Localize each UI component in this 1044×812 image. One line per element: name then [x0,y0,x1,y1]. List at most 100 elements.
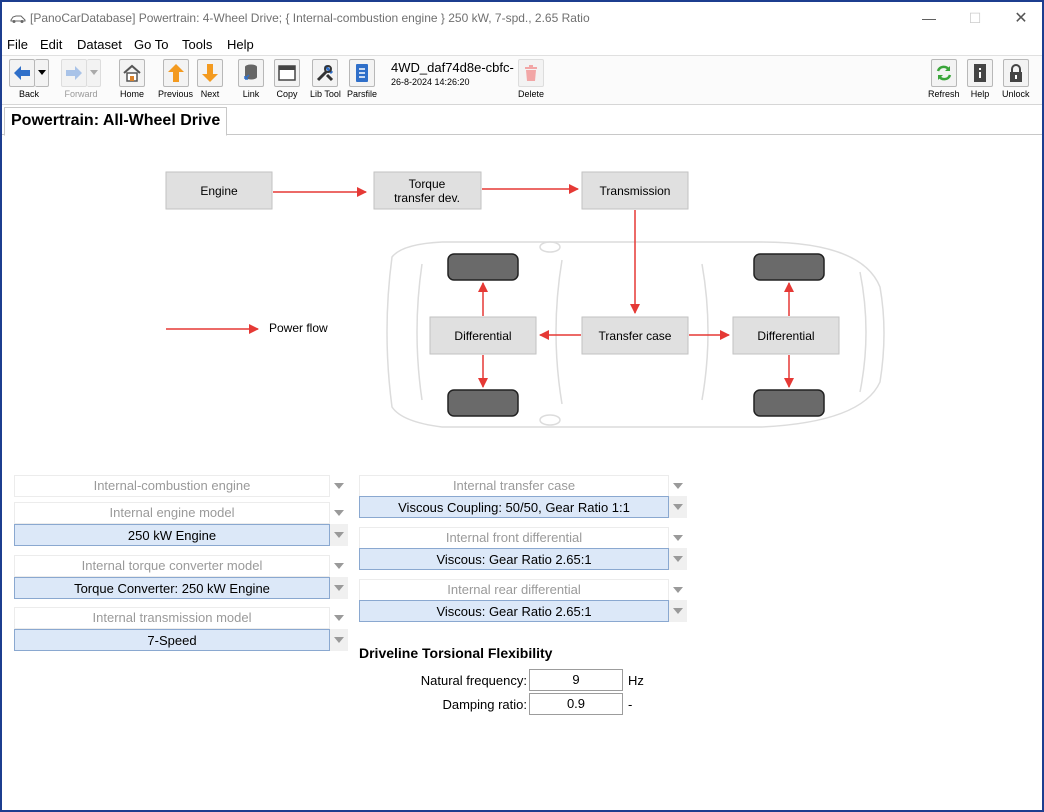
next-button[interactable]: Next [197,59,223,99]
refresh-icon [930,59,957,87]
damping-ratio-input[interactable]: 0.9 [529,693,623,715]
chevron-down-icon[interactable] [330,502,348,524]
torque-converter-label: Internal torque converter model [14,555,330,577]
back-button[interactable]: Back [9,59,49,99]
powertrain-diagram: Engine Torque transfer dev. Transmission… [165,171,885,428]
back-dropdown-icon[interactable] [35,59,49,87]
minimize-button[interactable]: — [906,2,952,34]
chevron-down-icon[interactable] [669,579,687,601]
torque-converter-select[interactable]: Torque Converter: 250 kW Engine [14,577,348,599]
trash-icon [518,59,544,87]
transmission-box[interactable]: Transmission [581,171,689,210]
differential-left-box[interactable]: Differential [429,316,537,355]
chevron-down-icon[interactable] [669,496,687,518]
back-label: Back [18,89,39,99]
copy-button[interactable]: Copy [274,59,300,99]
transmission-select[interactable]: 7-Speed [14,629,348,651]
menu-help[interactable]: Help [227,37,254,52]
home-button[interactable]: Home [119,59,145,99]
torque-converter-header: Internal torque converter model [14,555,348,577]
arrow-down-icon [197,59,223,87]
document-icon [349,59,375,87]
driveline-section-title: Driveline Torsional Flexibility [359,645,553,661]
transmission-model-value[interactable]: 7-Speed [14,629,330,651]
transfer-case-select[interactable]: Viscous Coupling: 50/50, Gear Ratio 1:1 [359,496,687,518]
engine-type-label: Internal-combustion engine [14,475,330,497]
copy-label: Copy [276,89,298,99]
menu-dataset[interactable]: Dataset [77,37,122,52]
engine-box-label: Engine [200,184,238,198]
engine-box[interactable]: Engine [165,171,273,210]
parsfile-button[interactable]: Parsfile [347,59,377,99]
maximize-icon: ☐ [968,9,982,26]
menu-tools[interactable]: Tools [182,37,212,52]
torque-converter-value[interactable]: Torque Converter: 250 kW Engine [14,577,330,599]
transfer-case-value[interactable]: Viscous Coupling: 50/50, Gear Ratio 1:1 [359,496,669,518]
help-book-icon [967,59,993,87]
engine-model-value[interactable]: 250 kW Engine [14,524,330,546]
chevron-down-icon[interactable] [669,548,687,570]
minimize-icon: — [922,10,936,26]
front-diff-label: Internal front differential [359,527,669,549]
front-right-tire [447,389,519,417]
lock-icon [1002,59,1029,87]
differential-left-label: Differential [454,329,511,343]
link-label: Link [242,89,260,99]
menu-edit[interactable]: Edit [40,37,62,52]
forward-arrow-icon [61,59,87,87]
help-button[interactable]: Help [967,59,993,99]
forward-dropdown-icon[interactable] [87,59,101,87]
unlock-button[interactable]: Unlock [1002,59,1030,99]
engine-type-select[interactable]: Internal-combustion engine [14,475,348,497]
close-icon: ✕ [1014,10,1028,27]
chevron-down-icon[interactable] [330,555,348,577]
chevron-down-icon[interactable] [330,475,348,497]
maximize-button[interactable]: ☐ [952,2,998,34]
previous-button[interactable]: Previous [158,59,193,99]
natural-frequency-label: Natural frequency: [420,673,527,688]
chevron-down-icon[interactable] [330,577,348,599]
natural-frequency-input[interactable]: 9 [529,669,623,691]
chevron-down-icon[interactable] [330,607,348,629]
rear-right-tire [753,389,825,417]
forward-button[interactable]: Forward [61,59,101,99]
engine-model-header: Internal engine model [14,502,348,524]
rear-diff-label: Internal rear differential [359,579,669,601]
chevron-down-icon[interactable] [669,527,687,549]
link-button[interactable]: Link [238,59,264,99]
forward-label: Forward [64,89,98,99]
transmission-model-label: Internal transmission model [14,607,330,629]
front-diff-select[interactable]: Viscous: Gear Ratio 2.65:1 [359,548,687,570]
damping-ratio-label: Damping ratio: [442,697,527,712]
dataset-name: 4WD_daf74d8e-cbfc- [391,60,514,75]
rear-diff-value[interactable]: Viscous: Gear Ratio 2.65:1 [359,600,669,622]
delete-label: Delete [518,89,545,99]
lib-tool-label: Lib Tool [310,89,341,99]
chevron-down-icon[interactable] [669,475,687,497]
transfer-case-box[interactable]: Transfer case [581,316,689,355]
front-diff-value[interactable]: Viscous: Gear Ratio 2.65:1 [359,548,669,570]
transmission-box-label: Transmission [600,184,671,198]
chevron-down-icon[interactable] [330,629,348,651]
engine-model-select[interactable]: 250 kW Engine [14,524,348,546]
differential-right-box[interactable]: Differential [732,316,840,355]
chevron-down-icon[interactable] [330,524,348,546]
menu-goto[interactable]: Go To [134,37,168,52]
lib-tool-button[interactable]: Lib Tool [310,59,341,99]
torque-transfer-box[interactable]: Torque transfer dev. [373,171,482,210]
help-label: Help [970,89,990,99]
frequency-unit: Hz [628,673,644,688]
torque-box-label-2: transfer dev. [394,191,460,205]
close-button[interactable]: ✕ [998,2,1042,34]
damping-unit: - [628,697,633,712]
menu-file[interactable]: File [7,37,28,52]
rear-diff-header: Internal rear differential [359,579,687,601]
chevron-down-icon[interactable] [669,600,687,622]
rear-diff-select[interactable]: Viscous: Gear Ratio 2.65:1 [359,600,687,622]
tab-powertrain[interactable]: Powertrain: All-Wheel Drive [4,107,228,136]
copy-window-icon [274,59,300,87]
delete-button[interactable]: Delete [518,59,544,99]
refresh-button[interactable]: Refresh [928,59,960,99]
car-app-icon [10,15,26,23]
dataset-date: 26-8-2024 14:26:20 [391,77,470,87]
